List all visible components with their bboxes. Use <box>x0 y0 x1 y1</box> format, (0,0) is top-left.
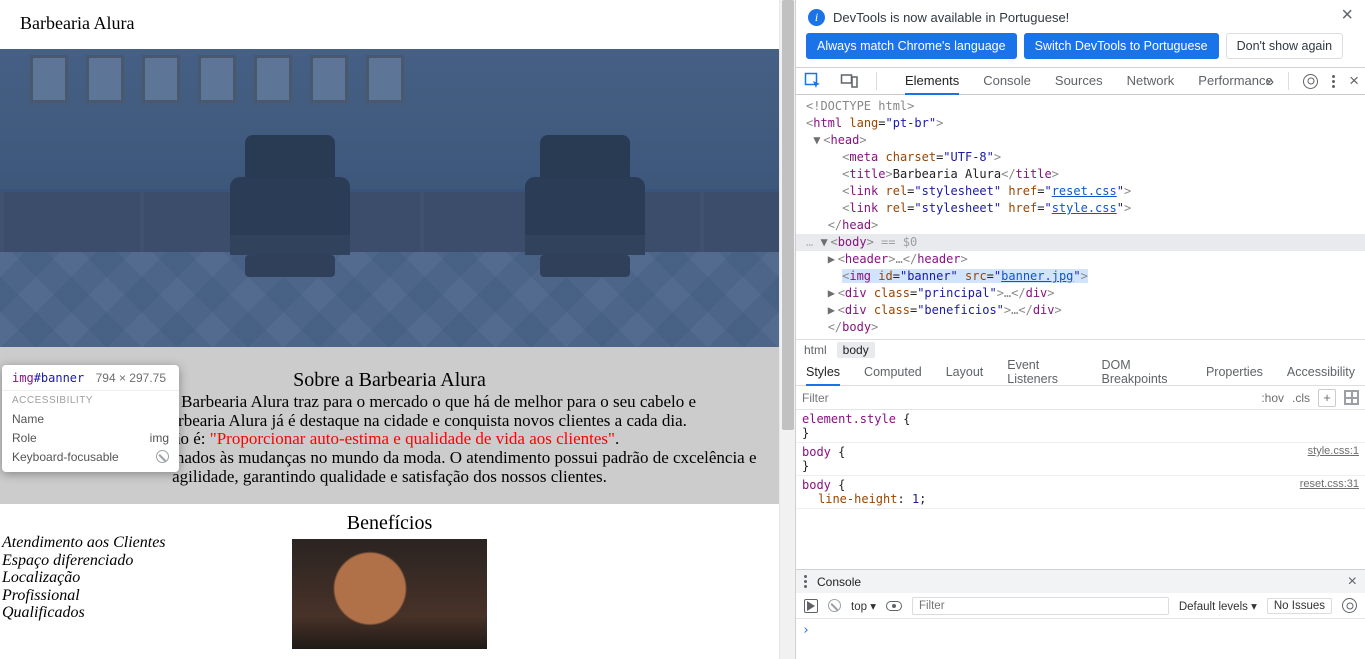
context-selector[interactable]: top ▾ <box>851 599 876 613</box>
page-scrollbar[interactable] <box>779 0 795 659</box>
elements-tree[interactable]: <!DOCTYPE html> <html lang="pt-br"> ▼<he… <box>796 95 1365 339</box>
match-language-button[interactable]: Always match Chrome's language <box>806 33 1017 59</box>
cls-toggle[interactable]: .cls <box>1292 391 1310 405</box>
inspect-element-icon[interactable] <box>804 72 822 90</box>
banner-image <box>0 49 779 347</box>
styles-tab-layout[interactable]: Layout <box>946 360 984 386</box>
chevron-right-icon: › <box>802 623 810 638</box>
styles-tab-properties[interactable]: Properties <box>1206 360 1263 386</box>
execution-context-icon[interactable] <box>804 599 818 613</box>
styles-filter-input[interactable] <box>796 387 1255 409</box>
console-filter-input[interactable] <box>912 597 1169 615</box>
console-prompt[interactable]: › <box>796 619 1365 659</box>
benefits-heading: Benefícios <box>0 512 779 535</box>
page-title: Barbearia Alura <box>0 0 779 49</box>
drawer-menu-icon[interactable] <box>804 575 807 588</box>
benefit-list: Atendimento aos Clientes Espaço diferenc… <box>2 534 166 622</box>
tab-network[interactable]: Network <box>1127 67 1175 95</box>
tab-elements[interactable]: Elements <box>905 67 959 95</box>
issues-button[interactable]: No Issues <box>1267 598 1332 614</box>
inspected-page-viewport[interactable]: Barbearia Alura Sobre a Barbearia Alura … <box>0 0 795 659</box>
styles-tab-dombreakpoints[interactable]: DOM Breakpoints <box>1102 360 1182 386</box>
drawer-header: Console × <box>796 569 1365 593</box>
elements-breadcrumb[interactable]: html body <box>796 339 1365 360</box>
switch-language-button[interactable]: Switch DevTools to Portuguese <box>1024 33 1219 59</box>
benefit-image <box>292 539 487 649</box>
styles-tab-computed[interactable]: Computed <box>864 360 922 386</box>
tab-console[interactable]: Console <box>983 67 1031 95</box>
live-expression-icon[interactable] <box>886 601 902 611</box>
styles-pane[interactable]: element.style {} style.css:1 body {} res… <box>796 410 1365 569</box>
source-link[interactable]: reset.css:31 <box>1300 478 1359 490</box>
new-style-rule-button[interactable]: + <box>1318 389 1336 407</box>
styles-tab-styles[interactable]: Styles <box>806 360 840 386</box>
styles-tab-events[interactable]: Event Listeners <box>1007 360 1077 386</box>
device-toolbar-icon[interactable] <box>840 72 858 90</box>
hov-toggle[interactable]: :hov <box>1261 391 1284 405</box>
close-infobar-button[interactable]: × <box>1341 4 1353 27</box>
info-icon: i <box>808 9 825 26</box>
language-infobar: i DevTools is now available in Portugues… <box>796 0 1365 31</box>
not-focusable-icon <box>156 450 169 463</box>
settings-icon[interactable] <box>1303 74 1318 89</box>
tab-performance[interactable]: Performance <box>1198 67 1272 95</box>
devtools-panel: i DevTools is now available in Portugues… <box>795 0 1365 659</box>
log-levels-selector[interactable]: Default levels ▾ <box>1179 599 1257 613</box>
selected-body-node[interactable]: … ▼<body> == $0 <box>796 234 1365 251</box>
hovered-img-node[interactable]: <img id="banner" src="banner.jpg"> <box>796 268 1365 285</box>
styles-tab-accessibility[interactable]: Accessibility <box>1287 360 1355 386</box>
tab-sources[interactable]: Sources <box>1055 67 1103 95</box>
close-drawer-icon[interactable]: × <box>1348 573 1357 591</box>
clear-console-icon[interactable] <box>828 599 841 612</box>
source-link[interactable]: style.css:1 <box>1308 445 1359 457</box>
inspect-tooltip: img#banner 794 × 297.75 ACCESSIBILITY Na… <box>2 365 179 472</box>
more-menu-icon[interactable] <box>1332 75 1335 88</box>
close-devtools-icon[interactable]: × <box>1349 71 1359 91</box>
dont-show-button[interactable]: Don't show again <box>1226 33 1344 59</box>
render-grid-icon[interactable] <box>1344 390 1359 405</box>
more-tabs-icon[interactable] <box>1266 73 1274 90</box>
console-settings-icon[interactable] <box>1342 598 1357 613</box>
